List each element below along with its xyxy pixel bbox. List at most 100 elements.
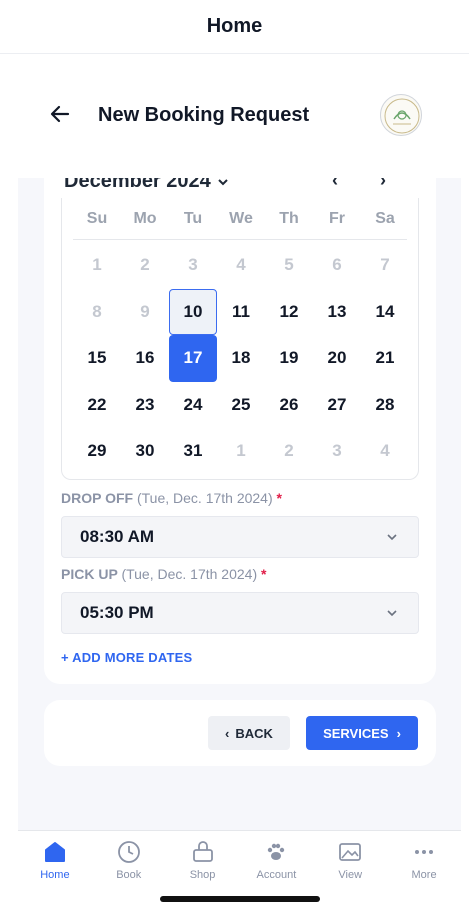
calendar-day[interactable]: 1 bbox=[73, 242, 121, 289]
pick-up-label-text: PICK UP bbox=[61, 566, 118, 582]
chevron-down-icon bbox=[387, 534, 397, 541]
chevron-right-icon: › bbox=[396, 725, 401, 741]
calendar-day[interactable]: 15 bbox=[73, 335, 121, 382]
drop-off-time-value: 08:30 AM bbox=[80, 527, 155, 546]
page-title: New Booking Request bbox=[98, 104, 310, 126]
weekday-label: Fr bbox=[329, 209, 345, 227]
screen-title: Home bbox=[0, 0, 469, 54]
chevron-down-icon bbox=[387, 610, 397, 617]
calendar-day[interactable]: 19 bbox=[265, 335, 313, 382]
next-month-button[interactable]: › bbox=[380, 178, 386, 191]
tab-label: Account bbox=[256, 869, 297, 881]
tab-label: Shop bbox=[189, 869, 216, 881]
pick-up-time-select[interactable]: 05:30 PM bbox=[61, 592, 419, 634]
calendar-day-today[interactable]: 10 bbox=[169, 288, 217, 335]
shop-icon bbox=[192, 841, 213, 862]
tab-label: Home bbox=[40, 869, 70, 881]
month-selector[interactable]: December 2024 bbox=[64, 178, 229, 193]
pick-up-time-value: 05:30 PM bbox=[80, 603, 154, 622]
calendar-header: December 2024 ‹ › bbox=[44, 178, 436, 198]
calendar-day[interactable]: 13 bbox=[313, 289, 361, 336]
weekday-label: Su bbox=[86, 209, 108, 227]
calendar-day[interactable]: 7 bbox=[361, 242, 409, 289]
tab-home[interactable]: Home bbox=[18, 831, 92, 890]
calendar-day[interactable]: 25 bbox=[217, 382, 265, 429]
calendar-day[interactable]: 23 bbox=[121, 382, 169, 429]
calendar-card: December 2024 ‹ › Su Mo Tu We Th Fr Sa 1234567… bbox=[44, 178, 436, 684]
drop-off-label: DROP OFF (Tue, Dec. 17th 2024) * bbox=[61, 490, 282, 506]
tab-view[interactable]: View bbox=[313, 831, 387, 890]
calendar-day[interactable]: 28 bbox=[361, 382, 409, 429]
calendar-day[interactable]: 26 bbox=[265, 382, 313, 429]
logo-icon bbox=[384, 98, 420, 134]
tab-more[interactable]: More bbox=[387, 831, 461, 890]
calendar-day[interactable]: 5 bbox=[265, 242, 313, 289]
chevron-left-icon: ‹ bbox=[225, 725, 230, 741]
days-grid: 1 2 3 4 5 6 7 8 9 10 11 12 13 14 15 16 17 18 19 20 21 22 23 24 2… bbox=[73, 242, 418, 475]
weekday-label: We bbox=[229, 209, 253, 227]
drop-off-label-text: DROP OFF bbox=[61, 490, 134, 506]
add-more-dates-link[interactable]: + ADD MORE DATES bbox=[61, 650, 192, 665]
content-area: New Booking Request December 2024 ‹ › Su… bbox=[18, 54, 461, 830]
calendar-day[interactable]: 11 bbox=[217, 289, 265, 336]
calendar-day[interactable]: 1 bbox=[217, 428, 265, 475]
clock-icon bbox=[117, 841, 140, 863]
required-marker: * bbox=[261, 566, 267, 582]
back-button[interactable]: ‹ BACK bbox=[208, 716, 290, 750]
weekday-label: Tu bbox=[183, 209, 203, 227]
calendar-day[interactable]: 3 bbox=[313, 428, 361, 475]
weekday-row: Su Mo Tu We Th Fr Sa bbox=[73, 198, 407, 240]
calendar-day[interactable]: 29 bbox=[73, 428, 121, 475]
calendar-day[interactable]: 30 bbox=[121, 428, 169, 475]
required-marker: * bbox=[276, 490, 282, 506]
drop-off-time-select[interactable]: 08:30 AM bbox=[61, 516, 419, 558]
calendar-day[interactable]: 6 bbox=[313, 242, 361, 289]
tab-label: View bbox=[338, 869, 363, 881]
home-indicator bbox=[160, 896, 320, 902]
calendar-day[interactable]: 24 bbox=[169, 382, 217, 429]
calendar-day[interactable]: 14 bbox=[361, 289, 409, 336]
paw-icon bbox=[268, 843, 285, 860]
drop-off-date: (Tue, Dec. 17th 2024) bbox=[136, 490, 273, 506]
booking-header: New Booking Request bbox=[18, 54, 461, 178]
more-icon bbox=[415, 850, 434, 854]
calendar-day[interactable]: 22 bbox=[73, 382, 121, 429]
calendar-day[interactable]: 21 bbox=[361, 335, 409, 382]
pick-up-label: PICK UP (Tue, Dec. 17th 2024) * bbox=[61, 566, 266, 582]
calendar-day[interactable]: 8 bbox=[73, 289, 121, 336]
calendar-day[interactable]: 4 bbox=[361, 428, 409, 475]
back-arrow-icon[interactable] bbox=[48, 102, 72, 126]
weekday-label: Mo bbox=[133, 209, 157, 227]
tab-label: More bbox=[411, 869, 437, 881]
calendar-day[interactable]: 31 bbox=[169, 428, 217, 475]
image-icon bbox=[339, 843, 362, 861]
calendar-day[interactable]: 4 bbox=[217, 242, 265, 289]
pick-up-date: (Tue, Dec. 17th 2024) bbox=[121, 566, 258, 582]
tab-book[interactable]: Book bbox=[92, 831, 166, 890]
calendar-day[interactable]: 2 bbox=[265, 428, 313, 475]
prev-month-button[interactable]: ‹ bbox=[332, 178, 338, 191]
chevron-down-icon bbox=[218, 178, 228, 185]
calendar-day[interactable]: 27 bbox=[313, 382, 361, 429]
action-card: ‹ BACK SERVICES › bbox=[44, 700, 436, 766]
services-button-label: SERVICES bbox=[323, 725, 389, 741]
calendar-day[interactable]: 18 bbox=[217, 335, 265, 382]
calendar-day[interactable]: 12 bbox=[265, 289, 313, 336]
weekday-label: Th bbox=[279, 209, 299, 227]
avatar[interactable] bbox=[380, 94, 422, 136]
bottom-tab-bar: Home Book Shop Account View More bbox=[18, 830, 461, 890]
tab-account[interactable]: Account bbox=[239, 831, 313, 890]
calendar-day[interactable]: 16 bbox=[121, 335, 169, 382]
services-button[interactable]: SERVICES › bbox=[306, 716, 418, 750]
calendar-day[interactable]: 9 bbox=[121, 289, 169, 336]
tab-shop[interactable]: Shop bbox=[166, 831, 240, 890]
back-button-label: BACK bbox=[235, 725, 273, 741]
calendar-grid: Su Mo Tu We Th Fr Sa 1 2 3 4 5 6 7 8 9 10 11 12 13 14 15 16 17… bbox=[61, 198, 419, 480]
tab-label: Book bbox=[116, 869, 142, 881]
calendar-day[interactable]: 20 bbox=[313, 335, 361, 382]
calendar-day[interactable]: 2 bbox=[121, 242, 169, 289]
month-label: December 2024 bbox=[64, 178, 211, 192]
calendar-day[interactable]: 3 bbox=[169, 242, 217, 289]
calendar-day-selected[interactable]: 17 bbox=[169, 335, 217, 382]
home-icon bbox=[44, 842, 65, 862]
